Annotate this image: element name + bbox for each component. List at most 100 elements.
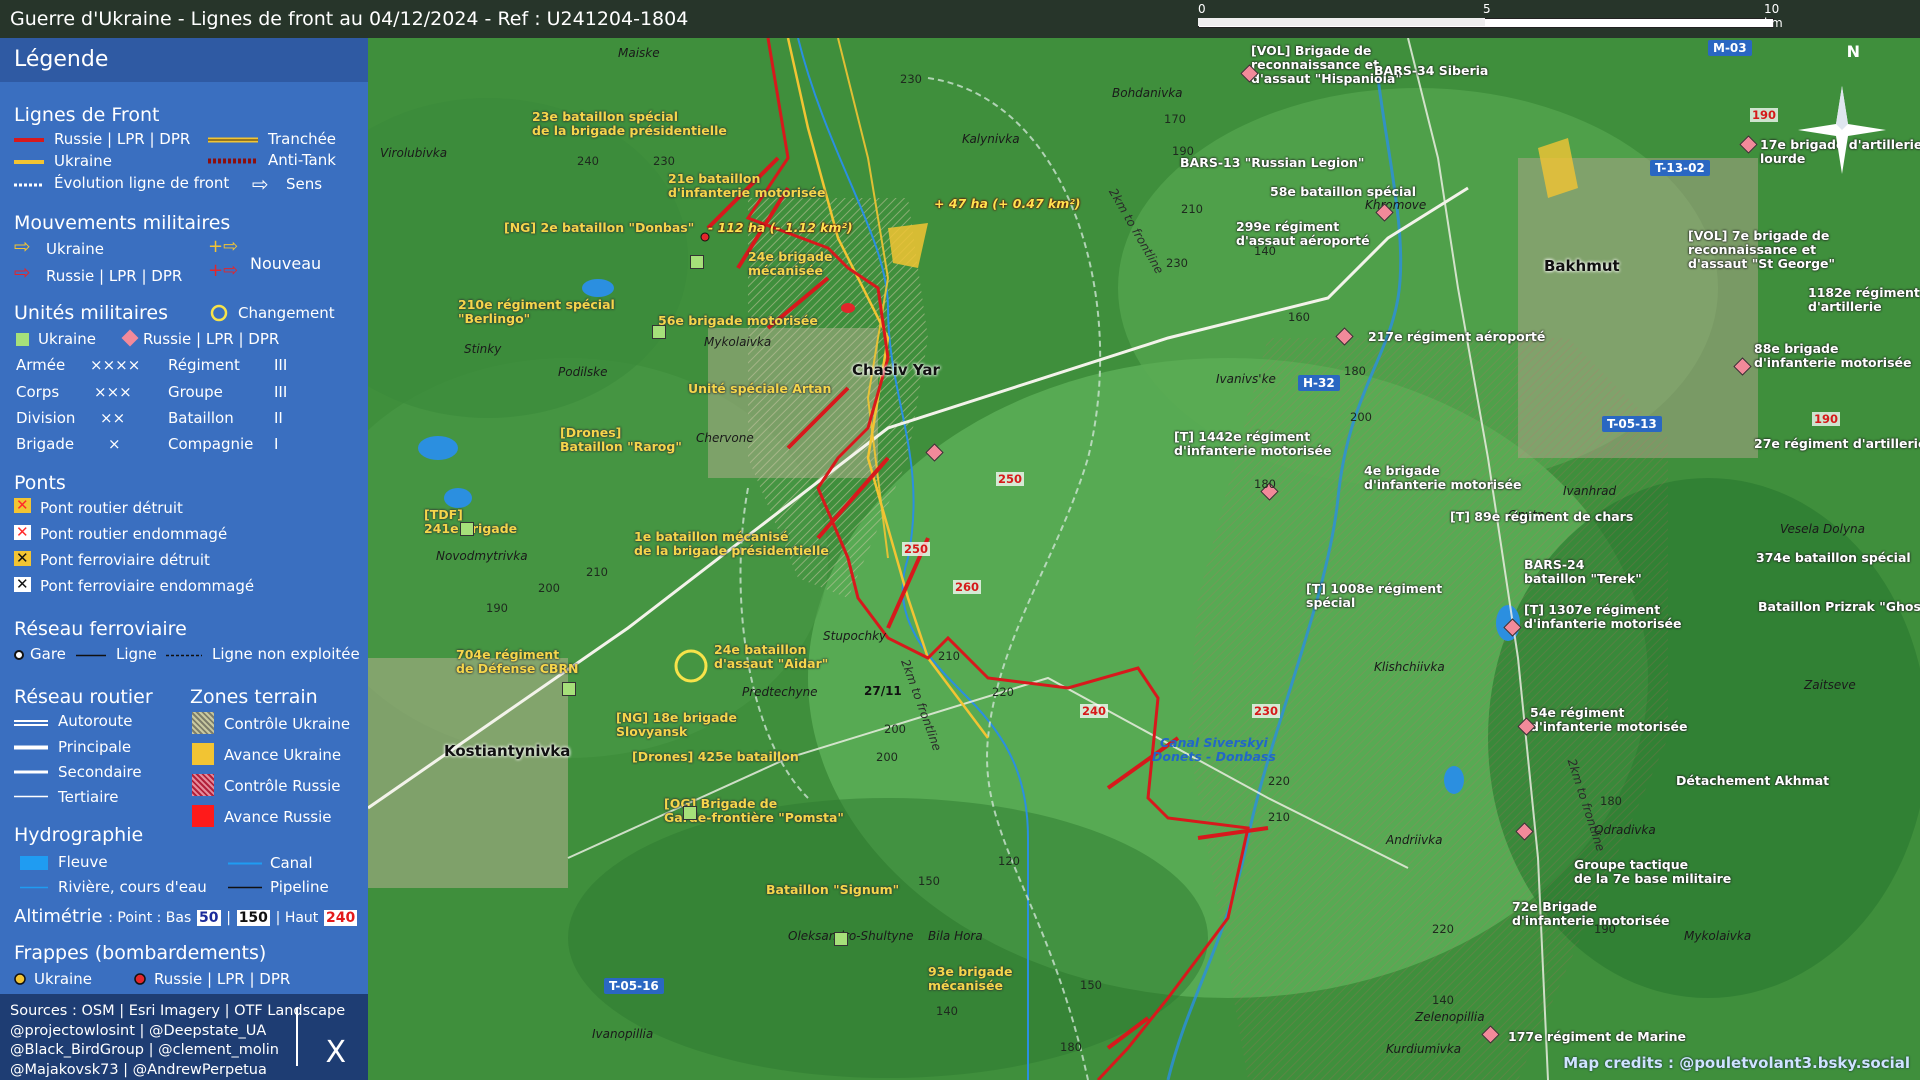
russia-unit-icon	[121, 329, 139, 347]
russia-unit-label: [VOL] 7e brigade de reconnaissance et d'…	[1688, 228, 1836, 271]
ukraine-arrow-icon: ⇨	[14, 234, 31, 258]
x-logo-icon[interactable]: X	[325, 1037, 346, 1066]
altitude-point: 230	[900, 72, 922, 86]
town-label: Kalynivka	[962, 132, 1020, 146]
town-label: Chervone	[696, 431, 754, 445]
russia-unit-label: 58e bataillon spécial	[1270, 184, 1416, 199]
ukraine-unit-label: [Drones] Bataillon "Rarog"	[560, 425, 682, 454]
altitude-point: 220	[1268, 774, 1290, 788]
rail-unused-icon	[166, 654, 202, 657]
compass-rose-icon	[1798, 86, 1886, 174]
legend-ukraine-line: Ukraine	[54, 152, 112, 170]
map-area[interactable]: Maiske Bohdanivka Kalynivka Virolubivka …	[368, 38, 1920, 1080]
town-label: Maiske	[618, 46, 660, 60]
altitude-point: 200	[1350, 410, 1372, 424]
ukraine-unit-label: 704e régiment de Défense CBRN	[456, 647, 579, 676]
legend-zone-item: Contrôle Russie	[224, 777, 341, 795]
town-label: Vesela Dolyna	[1780, 522, 1866, 536]
russia-unit-label: 88e brigade d'infanterie motorisée	[1754, 341, 1912, 370]
ukraine-unit-marker[interactable]	[460, 522, 474, 536]
tertiary-road-icon	[14, 795, 48, 798]
legend-units-title: Unités militaires	[14, 302, 169, 324]
ukraine-strike-icon	[14, 973, 26, 985]
ukraine-control-swatch	[192, 712, 214, 734]
legend-rail-line: Ligne	[116, 645, 157, 663]
town-label: Khromove	[1365, 198, 1427, 212]
legend-move-new: Nouveau	[250, 254, 322, 273]
legend-movements-title: Mouvements militaires	[14, 212, 231, 234]
altimetry-text: : Point : Bas	[108, 910, 192, 926]
ukraine-unit-label: 24e brigade mécanisée	[748, 249, 833, 278]
legend-bridge-item: Pont ferroviaire détruit	[40, 551, 210, 569]
altimetry-mid: 150	[236, 910, 270, 926]
russia-unit-label: Bataillon Prizrak "Ghost"	[1758, 599, 1920, 614]
town-label: Stinky	[464, 342, 502, 356]
change-date-label: 27/11	[864, 684, 902, 698]
legend-strike-ukraine: Ukraine	[34, 970, 92, 988]
ukraine-line-icon	[14, 160, 44, 164]
town-label: Bohdanivka	[1112, 86, 1183, 100]
altimetry-high: 240	[324, 910, 358, 926]
road-bridge-destroyed-icon: ✕	[14, 496, 31, 514]
russia-strike-icon	[134, 973, 146, 985]
unit-size-symbol: III	[274, 383, 288, 401]
russia-unit-label: BARS-13 "Russian Legion"	[1180, 155, 1365, 170]
legend-hydro-title: Hydrographie	[14, 824, 144, 846]
town-label: Ivanhrad	[1563, 484, 1617, 498]
russia-unit-label: [T] 1307e régiment d'infanterie motorisé…	[1524, 602, 1682, 631]
source-line: @Black_BirdGroup | @clement_molin	[10, 1042, 279, 1058]
direction-arrow-icon: ⇨	[252, 172, 269, 196]
russia-unit-label: [T] 89e régiment de chars	[1450, 509, 1634, 524]
altitude-point: 170	[1164, 112, 1186, 126]
secondary-road-icon	[14, 770, 48, 774]
altitude-point: 230	[653, 154, 675, 168]
altitude-point: 180	[1344, 364, 1366, 378]
altitude-point: 240	[577, 154, 599, 168]
main-road-icon	[14, 745, 48, 750]
town-label: Virolubivka	[380, 146, 448, 160]
legend-canal: Canal	[270, 854, 313, 872]
unit-size-symbol: I	[274, 435, 279, 453]
legend-river-big: Fleuve	[58, 853, 108, 871]
town-label: Andriivka	[1386, 833, 1443, 847]
map-background	[368, 38, 1920, 1080]
russia-unit-label: 217e régiment aéroporté	[1368, 329, 1546, 344]
russia-control-swatch	[192, 774, 214, 796]
ukraine-unit-marker[interactable]	[690, 255, 704, 269]
ukraine-unit-label: [Drones] 425e bataillon	[632, 749, 799, 764]
unit-size-symbol: ××××	[90, 356, 141, 374]
town-label: Bila Hora	[928, 929, 983, 943]
area-gain-label: + 47 ha (+ 0.47 km²)	[934, 196, 1081, 211]
ukraine-unit-marker[interactable]	[834, 932, 848, 946]
altitude-high-point: 230	[1252, 704, 1281, 718]
ukraine-unit-marker[interactable]	[683, 806, 697, 820]
city-label: Chasiv Yar	[852, 361, 940, 379]
ukraine-unit-marker[interactable]	[652, 325, 666, 339]
altitude-point: 200	[538, 581, 560, 595]
altimetry-low: 50	[197, 910, 221, 926]
rail-bridge-destroyed-icon: ✕	[14, 549, 31, 567]
legend-road-item: Principale	[58, 738, 132, 756]
legend-zone-item: Avance Russie	[224, 808, 332, 826]
town-label: Ivanopillia	[592, 1027, 654, 1041]
ukraine-unit-label: Unité spéciale Artan	[688, 381, 832, 396]
altitude-point: 220	[1432, 922, 1454, 936]
legend-pipeline: Pipeline	[270, 878, 329, 896]
unit-size-label: Bataillon	[168, 409, 234, 427]
ukraine-unit-icon	[16, 333, 29, 346]
legend-zone-item: Avance Ukraine	[224, 746, 342, 764]
legend-change: Changement	[238, 304, 335, 322]
river-big-swatch	[20, 856, 48, 870]
altitude-point: 210	[1268, 810, 1290, 824]
altitude-point: 210	[1181, 202, 1203, 216]
altitude-point: 160	[1288, 310, 1310, 324]
town-label: Mykolaivka	[704, 335, 772, 349]
russia-unit-label: Groupe tactique de la 7e base militaire	[1574, 857, 1732, 886]
unit-size-label: Armée	[16, 356, 66, 374]
altitude-high-point: 190	[1750, 108, 1779, 122]
unit-size-symbol: ×	[108, 435, 121, 453]
road-label: T-13-02	[1650, 160, 1710, 176]
town-label: Mykolaivka	[1684, 929, 1752, 943]
source-line: Sources : OSM | Esri Imagery | OTF Lands…	[10, 1003, 346, 1019]
ukraine-unit-marker[interactable]	[562, 682, 576, 696]
